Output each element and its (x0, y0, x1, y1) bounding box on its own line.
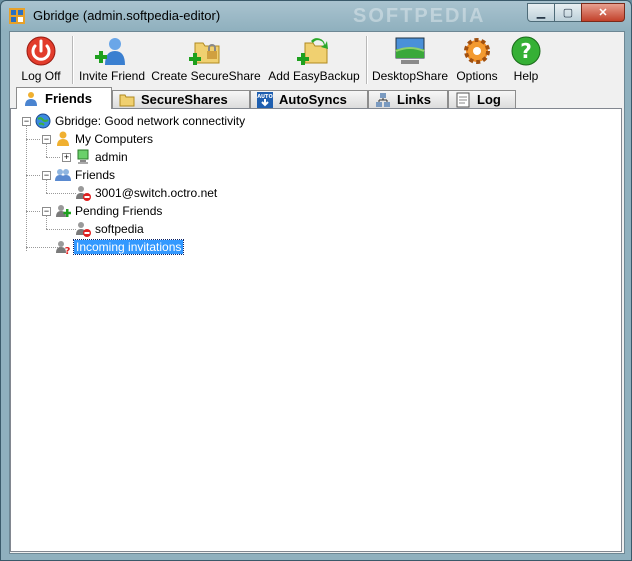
invite-friend-label: Invite Friend (78, 69, 146, 83)
tree-node-pending-friends[interactable]: Pending Friends (55, 202, 163, 220)
tree-node-label: Friends (75, 168, 116, 182)
offline-user-icon (76, 222, 91, 237)
tree-node-friend[interactable]: 3001@switch.octro.net (75, 184, 218, 202)
tree-node-label: Gbridge: Good network connectivity (55, 114, 246, 128)
tree-node-incoming-invitations[interactable]: ? Incoming invitations (55, 238, 185, 256)
tree-node-root[interactable]: Gbridge: Good network connectivity (35, 112, 246, 130)
tree-connector (46, 193, 76, 194)
add-easybackup-button[interactable]: Add EasyBackup (262, 32, 366, 88)
client-area: Log Off Invite Friend Create SecureShare… (9, 31, 625, 554)
create-secureshare-button[interactable]: Create SecureShare (150, 32, 262, 88)
create-secureshare-label: Create SecureShare (151, 69, 261, 83)
log-off-button[interactable]: Log Off (10, 32, 72, 88)
collapse-toggle[interactable]: − (22, 117, 31, 126)
maximize-button[interactable]: ▢ (554, 3, 582, 22)
tree-node-friends[interactable]: Friends (55, 166, 116, 184)
network-link-icon (376, 92, 390, 107)
collapse-toggle[interactable]: − (42, 207, 51, 216)
minimize-button[interactable]: ▁ (527, 3, 555, 22)
window-title: Gbridge (admin.softpedia-editor) (33, 8, 221, 23)
tree-connector (26, 211, 40, 212)
tree-node-label: softpedia (95, 222, 144, 236)
gear-icon (464, 38, 490, 64)
invite-user-icon (95, 38, 125, 65)
tab-secureshares[interactable]: SecureShares (112, 90, 250, 108)
tab-links-label: Links (397, 92, 431, 107)
tree-node-label: My Computers (75, 132, 154, 146)
friends-group-icon (55, 169, 71, 181)
globe-icon (35, 113, 51, 129)
tab-autosyncs[interactable]: AUTO AutoSyncs (250, 90, 368, 108)
tree-node-my-computers[interactable]: My Computers (55, 130, 154, 148)
computer-icon (77, 149, 89, 164)
tree-connector (26, 175, 40, 176)
friends-tree[interactable]: − − + − − Gbridge: Good network connecti… (10, 108, 622, 552)
svg-text:?: ? (65, 246, 71, 255)
options-label: Options (456, 69, 498, 83)
app-window: Gbridge (admin.softpedia-editor) SOFTPED… (0, 0, 632, 561)
tree-node-admin[interactable]: admin (75, 148, 129, 166)
help-label: Help (513, 69, 539, 83)
minimize-icon: ▁ (536, 7, 546, 19)
close-button[interactable]: ✕ (581, 3, 625, 22)
tree-connector (26, 121, 27, 251)
add-easybackup-label: Add EasyBackup (268, 69, 360, 83)
help-icon: ? (511, 36, 541, 66)
gbridge-app-icon[interactable] (9, 8, 25, 24)
tab-log[interactable]: Log (448, 90, 516, 108)
tab-log-label: Log (477, 92, 501, 107)
user-icon (57, 131, 69, 146)
tree-node-label: admin (95, 150, 128, 164)
toolbar: Log Off Invite Friend Create SecureShare… (10, 32, 624, 88)
tree-connector (26, 139, 40, 140)
tab-strip: Friends SecureShares AUTO AutoSyncs Link… (10, 87, 624, 109)
watermark: SOFTPEDIA (353, 5, 486, 27)
invite-friend-button[interactable]: Invite Friend (74, 32, 150, 88)
tab-friends-label: Friends (45, 91, 92, 106)
friends-icon (25, 91, 37, 106)
close-icon: ✕ (598, 7, 608, 19)
title-bar[interactable]: Gbridge (admin.softpedia-editor) SOFTPED… (1, 1, 631, 29)
desktopshare-label: DesktopShare (371, 69, 449, 83)
tab-secureshares-label: SecureShares (141, 92, 228, 107)
collapse-toggle[interactable]: − (42, 171, 51, 180)
tree-node-label: Pending Friends (75, 204, 163, 218)
tab-autosyncs-label: AutoSyncs (279, 92, 347, 107)
backup-folder-icon (297, 38, 328, 65)
autosync-icon: AUTO (257, 91, 273, 108)
power-icon (26, 36, 56, 66)
options-button[interactable]: Options (452, 32, 502, 88)
pending-users-icon (56, 205, 71, 217)
tree-node-label: 3001@switch.octro.net (95, 186, 218, 200)
log-off-label: Log Off (21, 69, 61, 83)
tree-connector (46, 157, 60, 158)
maximize-icon: ▢ (562, 7, 574, 19)
tab-friends[interactable]: Friends (16, 87, 112, 109)
desktop-share-icon (395, 37, 425, 64)
tree-node-label: Incoming invitations (72, 239, 185, 255)
tab-links[interactable]: Links (368, 90, 448, 108)
offline-user-icon (76, 186, 91, 201)
tree-node-pending-friend[interactable]: softpedia (75, 220, 145, 238)
help-button[interactable]: ? Help (502, 32, 550, 88)
secure-folder-icon (189, 42, 220, 65)
invitation-user-icon: ? (56, 241, 71, 255)
log-notepad-icon (456, 92, 470, 107)
expand-toggle[interactable]: + (62, 153, 71, 162)
folder-icon (119, 94, 135, 106)
desktopshare-button[interactable]: DesktopShare (368, 32, 452, 88)
tree-connector (46, 229, 76, 230)
collapse-toggle[interactable]: − (42, 135, 51, 144)
svg-text:?: ? (520, 39, 532, 63)
